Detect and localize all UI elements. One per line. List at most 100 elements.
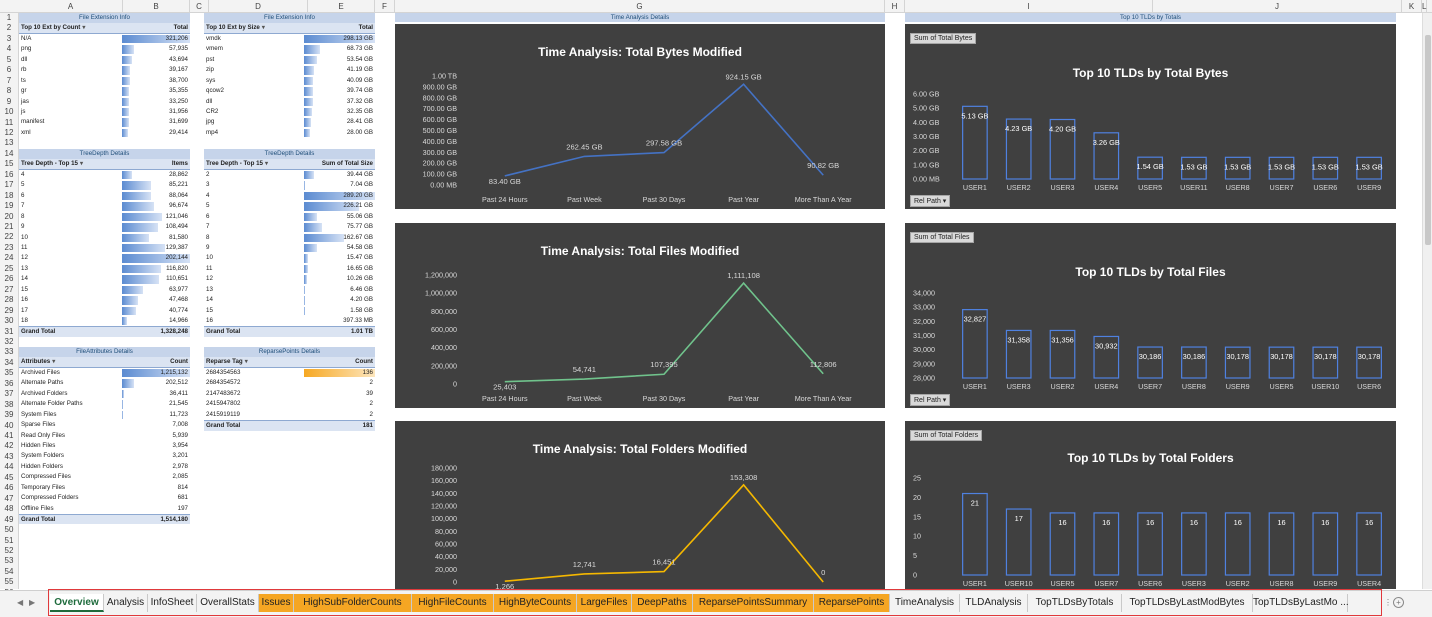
col-header[interactable]: E bbox=[308, 0, 375, 13]
table-row[interactable]: 12 202,144 bbox=[19, 253, 190, 263]
table-row[interactable]: 11 16.65 GB bbox=[204, 264, 375, 274]
row-header[interactable]: 4 bbox=[0, 44, 18, 55]
col-header[interactable]: I bbox=[905, 0, 1153, 13]
row-header[interactable]: 31 bbox=[0, 327, 18, 338]
row-header[interactable]: 40 bbox=[0, 421, 18, 432]
table-row[interactable]: Compressed Files 2,085 bbox=[19, 472, 190, 482]
table-row[interactable]: Archived Folders 36,411 bbox=[19, 389, 190, 399]
vertical-scrollbar[interactable] bbox=[1422, 13, 1432, 589]
col-header[interactable]: J bbox=[1153, 0, 1402, 13]
col-header[interactable]: F bbox=[375, 0, 395, 13]
filter-dropdown-icon[interactable]: ▾ bbox=[80, 159, 83, 168]
table-row[interactable]: sys 40.09 GB bbox=[204, 76, 375, 86]
row-header[interactable]: 28 bbox=[0, 295, 18, 306]
table-row[interactable]: 10 81,580 bbox=[19, 233, 190, 243]
table-row[interactable]: vmdk 298.13 GB bbox=[204, 34, 375, 44]
col-header[interactable]: K bbox=[1402, 0, 1422, 13]
row-header[interactable]: 46 bbox=[0, 483, 18, 494]
table-row[interactable]: ts 38,700 bbox=[19, 76, 190, 86]
row-header[interactable]: 44 bbox=[0, 462, 18, 473]
row-header[interactable]: 17 bbox=[0, 180, 18, 191]
row-header[interactable]: 38 bbox=[0, 400, 18, 411]
table-row[interactable]: Read Only Files 5,939 bbox=[19, 431, 190, 441]
table-row[interactable]: 18 14,966 bbox=[19, 316, 190, 326]
table-row[interactable]: N/A 321,206 bbox=[19, 34, 190, 44]
sheet-tab-highfilecounts[interactable]: HighFileCounts bbox=[412, 594, 494, 612]
table-row[interactable]: Compressed Folders 681 bbox=[19, 493, 190, 503]
table-row[interactable]: mp4 28.00 GB bbox=[204, 128, 375, 138]
table-row[interactable]: CR2 32.35 GB bbox=[204, 107, 375, 117]
row-header[interactable]: 37 bbox=[0, 389, 18, 400]
scrollbar-thumb[interactable] bbox=[1425, 35, 1431, 245]
col-header[interactable]: D bbox=[209, 0, 308, 13]
add-sheet-icon[interactable]: + bbox=[1393, 597, 1404, 608]
table-row[interactable]: 4 28,862 bbox=[19, 170, 190, 180]
row-header[interactable]: 43 bbox=[0, 452, 18, 463]
table-row[interactable]: Hidden Files 3,954 bbox=[19, 441, 190, 451]
table-row[interactable]: jas 33,250 bbox=[19, 97, 190, 107]
sheet-tab-largefiles[interactable]: LargeFiles bbox=[577, 594, 632, 612]
table-row[interactable]: 10 15.47 GB bbox=[204, 253, 375, 263]
table-row[interactable]: vmem 68.73 GB bbox=[204, 44, 375, 54]
row-header[interactable]: 2 bbox=[0, 23, 18, 34]
table-row[interactable]: gr 35,355 bbox=[19, 86, 190, 96]
tab-next-icon[interactable]: ▶ bbox=[29, 594, 35, 612]
row-header[interactable]: 15 bbox=[0, 159, 18, 170]
table-row[interactable]: dll 37.32 GB bbox=[204, 97, 375, 107]
row-header[interactable]: 25 bbox=[0, 264, 18, 275]
row-header[interactable]: 32 bbox=[0, 337, 18, 348]
row-header[interactable]: 47 bbox=[0, 494, 18, 505]
table-row[interactable]: jpg 28.41 GB bbox=[204, 117, 375, 127]
row-header[interactable]: 51 bbox=[0, 536, 18, 547]
row-header[interactable]: 22 bbox=[0, 232, 18, 243]
sheet-tab-analysis[interactable]: Analysis bbox=[104, 594, 148, 612]
table-row[interactable]: Alternate Folder Paths 21,545 bbox=[19, 399, 190, 409]
table-row[interactable]: System Files 11,723 bbox=[19, 410, 190, 420]
time-folders-chart[interactable]: Time Analysis: Total Folders Modified 0 20… bbox=[395, 421, 885, 589]
table-row[interactable]: js 31,956 bbox=[19, 107, 190, 117]
row-header[interactable]: 33 bbox=[0, 347, 18, 358]
table-row[interactable]: Hidden Folders 2,978 bbox=[19, 462, 190, 472]
table-row[interactable]: 5 85,221 bbox=[19, 180, 190, 190]
table-row[interactable]: 2415919119 2 bbox=[204, 410, 375, 420]
table-row[interactable]: 9 54.58 GB bbox=[204, 243, 375, 253]
row-header[interactable]: 7 bbox=[0, 76, 18, 87]
sheet-tab-issues[interactable]: Issues bbox=[259, 594, 294, 612]
table-row[interactable]: 11 129,387 bbox=[19, 243, 190, 253]
table-row[interactable]: xml 29,414 bbox=[19, 128, 190, 138]
table-row[interactable]: png 57,935 bbox=[19, 44, 190, 54]
table-row[interactable]: Archived Files 1,215,132 bbox=[19, 368, 190, 378]
col-header[interactable]: G bbox=[395, 0, 885, 13]
table-row[interactable]: zip 41.19 GB bbox=[204, 65, 375, 75]
table-row[interactable]: Offline Files 197 bbox=[19, 504, 190, 514]
table-row[interactable]: System Folders 3,201 bbox=[19, 451, 190, 461]
row-header[interactable]: 53 bbox=[0, 556, 18, 567]
table-row[interactable]: 2684354563 136 bbox=[204, 368, 375, 378]
row-header[interactable]: 39 bbox=[0, 410, 18, 421]
table-row[interactable]: 5 226.21 GB bbox=[204, 201, 375, 211]
table-row[interactable]: dll 43,694 bbox=[19, 55, 190, 65]
row-header[interactable]: 27 bbox=[0, 285, 18, 296]
filter-dropdown-icon[interactable]: ▾ bbox=[82, 23, 85, 32]
col-header[interactable]: B bbox=[123, 0, 190, 13]
filter-dropdown-icon[interactable]: ▾ bbox=[52, 357, 55, 366]
table-row[interactable]: 14 4.20 GB bbox=[204, 295, 375, 305]
row-header[interactable]: 18 bbox=[0, 191, 18, 202]
table-row[interactable]: 16 47,468 bbox=[19, 295, 190, 305]
row-header[interactable]: 5 bbox=[0, 55, 18, 66]
row-header[interactable]: 13 bbox=[0, 138, 18, 149]
row-header[interactable]: 45 bbox=[0, 473, 18, 484]
row-header[interactable]: 8 bbox=[0, 86, 18, 97]
sheet-grid[interactable]: File Extension Info Top 10 Ext by Count ▾ T… bbox=[19, 13, 1422, 589]
col-header[interactable]: H bbox=[885, 0, 905, 13]
table-row[interactable]: 3 7.04 GB bbox=[204, 180, 375, 190]
row-header[interactable]: 34 bbox=[0, 358, 18, 369]
col-header[interactable]: L bbox=[1422, 0, 1428, 13]
filter-dropdown-icon[interactable]: ▾ bbox=[245, 357, 248, 366]
table-row[interactable]: 2147483672 39 bbox=[204, 389, 375, 399]
table-row[interactable]: 15 63,977 bbox=[19, 285, 190, 295]
sheet-tab-highbytecounts[interactable]: HighByteCounts bbox=[494, 594, 577, 612]
table-row[interactable]: 12 10.26 GB bbox=[204, 274, 375, 284]
row-header[interactable]: 48 bbox=[0, 504, 18, 515]
row-header[interactable]: 11 bbox=[0, 118, 18, 129]
